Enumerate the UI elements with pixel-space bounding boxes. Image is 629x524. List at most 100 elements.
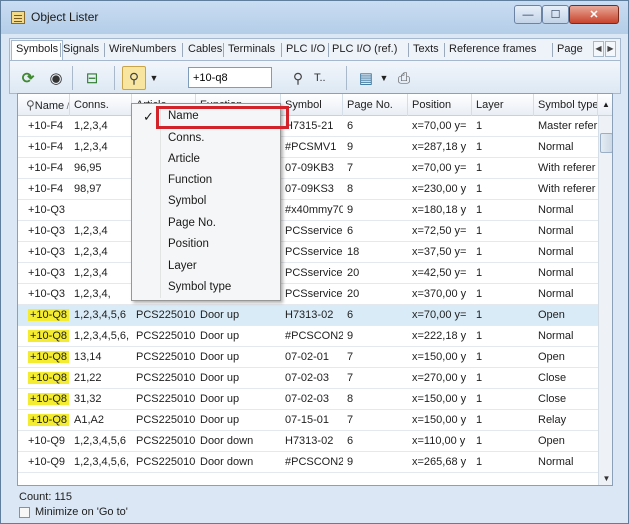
maximize-button[interactable]: ☐ <box>542 5 569 24</box>
minimize-on-goto-checkbox[interactable] <box>19 507 30 518</box>
refresh-icon: ⟳ <box>21 70 35 87</box>
table-row[interactable]: +10-Q3 #x40mmy70 9 x=180,18 y 1 Normal <box>18 200 598 221</box>
table-row[interactable]: +10-Q3 1,2,3,4 PCSserviceb 20 x=42,50 y= 1 Nor… <box>18 263 598 284</box>
header-scroll-up[interactable]: ▲ <box>598 94 612 116</box>
chevron-down-icon: ▼ <box>149 73 159 83</box>
refresh-button[interactable]: ⟳ <box>16 66 40 90</box>
show-button[interactable]: ◉ <box>44 66 68 90</box>
cell-position: x=150,00 y <box>412 414 467 426</box>
column-header-symbol[interactable]: Symbol <box>281 94 343 116</box>
minimize-icon: — <box>522 8 534 21</box>
table-row[interactable]: +10-Q8 A1,A2 PCS2250106 Door up 07-15-01 7 x=1… <box>18 410 598 431</box>
cell-page-no: 7 <box>347 414 354 426</box>
table-row[interactable]: +10-Q8 31,32 PCS2250106 Door up 07-02-03 8 x=1… <box>18 389 598 410</box>
cell-position: x=70,00 y= <box>412 309 467 321</box>
table-row[interactable]: +10-Q8 1,2,3,4,5,6, PCS2250106 Door up #PCSC… <box>18 326 598 347</box>
cell-symbol-type: Open <box>538 351 565 363</box>
export-dropdown[interactable]: ▼ <box>378 68 390 88</box>
menu-item-layer[interactable]: Layer <box>134 256 278 277</box>
table-row[interactable]: +10-F4 96,95 07-09KB3 7 x=70,00 y= 1 With refe… <box>18 158 598 179</box>
close-button[interactable]: ✕ <box>569 5 619 24</box>
menu-item-page-no[interactable]: Page No. <box>134 213 278 234</box>
table-row[interactable]: +10-Q9 1,2,3,4,5,6, PCS2250106 Door down #PC… <box>18 452 598 473</box>
menu-item-article[interactable]: Article <box>134 149 278 170</box>
cell-symbol: 07-09KB3 <box>285 162 334 174</box>
tab-cables[interactable]: Cables <box>188 41 222 59</box>
scrollbar-thumb[interactable] <box>600 133 612 153</box>
find-button[interactable]: ⚲ <box>286 66 310 90</box>
table-row[interactable]: +10-Q8 1,2,3,4,5,6 PCS2250106 Door up H7313-… <box>18 305 598 326</box>
cell-function: Door down <box>200 435 254 447</box>
cell-conns: 1,2,3,4 <box>74 267 108 279</box>
table-row[interactable]: +10-F4 1,2,3,4 #PCSMV1 9 x=287,18 y 1 Normal <box>18 137 598 158</box>
cell-symbol-type: Relay <box>538 414 567 426</box>
print-button[interactable]: ⎙ <box>392 66 416 90</box>
minimize-on-goto-label[interactable]: Minimize on 'Go to' <box>35 506 128 518</box>
column-header-conns[interactable]: Conns. <box>70 94 132 116</box>
cell-position: x=180,18 y <box>412 204 467 216</box>
table-row[interactable]: +10-F4 1,2,3,4 H7315-21 6 x=70,00 y= 1 Master … <box>18 116 598 137</box>
cell-symbol: H7313-02 <box>285 309 334 321</box>
column-header-position[interactable]: Position <box>408 94 472 116</box>
tab-scroll-right[interactable]: ▶ <box>605 41 616 57</box>
cell-layer: 1 <box>476 435 483 447</box>
table-row[interactable]: +10-Q3 1,2,3,4 PCSserviceb 18 x=37,50 y= 1 Nor… <box>18 242 598 263</box>
tab-plc-io-ref[interactable]: PLC I/O (ref.) <box>332 41 397 59</box>
cell-name: +10-Q3 <box>28 267 65 279</box>
object-grid: ⚲Name / Conns. Article Function Symbol P… <box>17 93 613 486</box>
column-header-layer[interactable]: Layer <box>472 94 534 116</box>
search-field-button[interactable]: ⚲ <box>122 66 146 90</box>
table-row[interactable]: +10-Q3 1,2,3,4, PCSserviceb 20 x=370,00 y 1 No… <box>18 284 598 305</box>
vertical-scrollbar[interactable]: ▼ <box>598 116 612 485</box>
cell-name: +10-Q3 <box>28 204 65 216</box>
column-header-symbol-type[interactable]: Symbol type <box>534 94 598 116</box>
filter-icon: ⊟ <box>85 70 99 87</box>
column-header-name[interactable]: ⚲Name / <box>18 94 70 116</box>
search-input[interactable] <box>188 67 272 88</box>
table-row[interactable]: +10-Q9 1,2,3,4,5,6 PCS2250106 Door down H731… <box>18 431 598 452</box>
export-button[interactable]: ▤ <box>354 66 378 90</box>
cell-symbol: H7315-21 <box>285 120 334 132</box>
table-row[interactable]: +10-Q8 13,14 PCS2250106 Door up 07-02-01 7 x=1… <box>18 347 598 368</box>
tab-reference-frames[interactable]: Reference frames <box>449 41 536 59</box>
tab-texts[interactable]: Texts <box>413 41 439 59</box>
cell-symbol-type: With referer <box>538 162 596 174</box>
table-row[interactable]: +10-Q8 21,22 PCS2250106 Door up 07-02-03 7 x=2… <box>18 368 598 389</box>
cell-layer: 1 <box>476 456 483 468</box>
title-bar[interactable]: Object Lister — ☐ ✕ <box>1 1 628 34</box>
tab-scroll-left[interactable]: ◀ <box>593 41 604 57</box>
search-field-dropdown[interactable]: ▼ <box>148 68 160 88</box>
cell-conns: 1,2,3,4 <box>74 141 108 153</box>
column-header-page-no[interactable]: Page No. <box>343 94 408 116</box>
menu-item-symbol-type[interactable]: Symbol type <box>134 277 278 298</box>
minimize-button[interactable]: — <box>514 5 542 24</box>
menu-item-name[interactable]: ✓ Name <box>134 106 289 129</box>
export-icon: ▤ <box>358 70 374 87</box>
cell-page-no: 6 <box>347 309 354 321</box>
cell-article: PCS2250106 <box>136 435 196 447</box>
cell-layer: 1 <box>476 141 483 153</box>
menu-item-symbol[interactable]: Symbol <box>134 191 278 212</box>
menu-item-conns[interactable]: Conns. <box>134 128 278 149</box>
table-row[interactable]: +10-F4 98,97 07-09KS3 8 x=230,00 y 1 With refe… <box>18 179 598 200</box>
cell-conns: 21,22 <box>74 372 102 384</box>
menu-item-function[interactable]: Function <box>134 170 278 191</box>
tab-plc-io[interactable]: PLC I/O <box>286 41 325 59</box>
tab-signals[interactable]: Signals <box>63 41 99 59</box>
cell-layer: 1 <box>476 120 483 132</box>
menu-item-position[interactable]: Position <box>134 234 278 255</box>
cell-symbol: H7313-02 <box>285 435 334 447</box>
cell-name: +10-Q3 <box>28 288 65 300</box>
filter-button[interactable]: ⊟ <box>80 66 104 90</box>
table-row[interactable]: +10-Q3 1,2,3,4 PCSserviceb 6 x=72,50 y= 1 Norm… <box>18 221 598 242</box>
cell-symbol: #PCSCON2 <box>285 456 343 468</box>
scroll-down-button[interactable]: ▼ <box>600 471 612 485</box>
cell-article: PCS2250106 <box>136 330 196 342</box>
tab-terminals[interactable]: Terminals <box>228 41 275 59</box>
tab-page[interactable]: Page <box>557 41 583 59</box>
cell-symbol: PCSserviceb <box>285 288 343 300</box>
cell-page-no: 8 <box>347 393 354 405</box>
tab-symbols[interactable]: Symbols <box>11 40 64 61</box>
tab-wirenumbers[interactable]: WireNumbers <box>109 41 176 59</box>
cell-symbol: 07-02-03 <box>285 393 330 405</box>
